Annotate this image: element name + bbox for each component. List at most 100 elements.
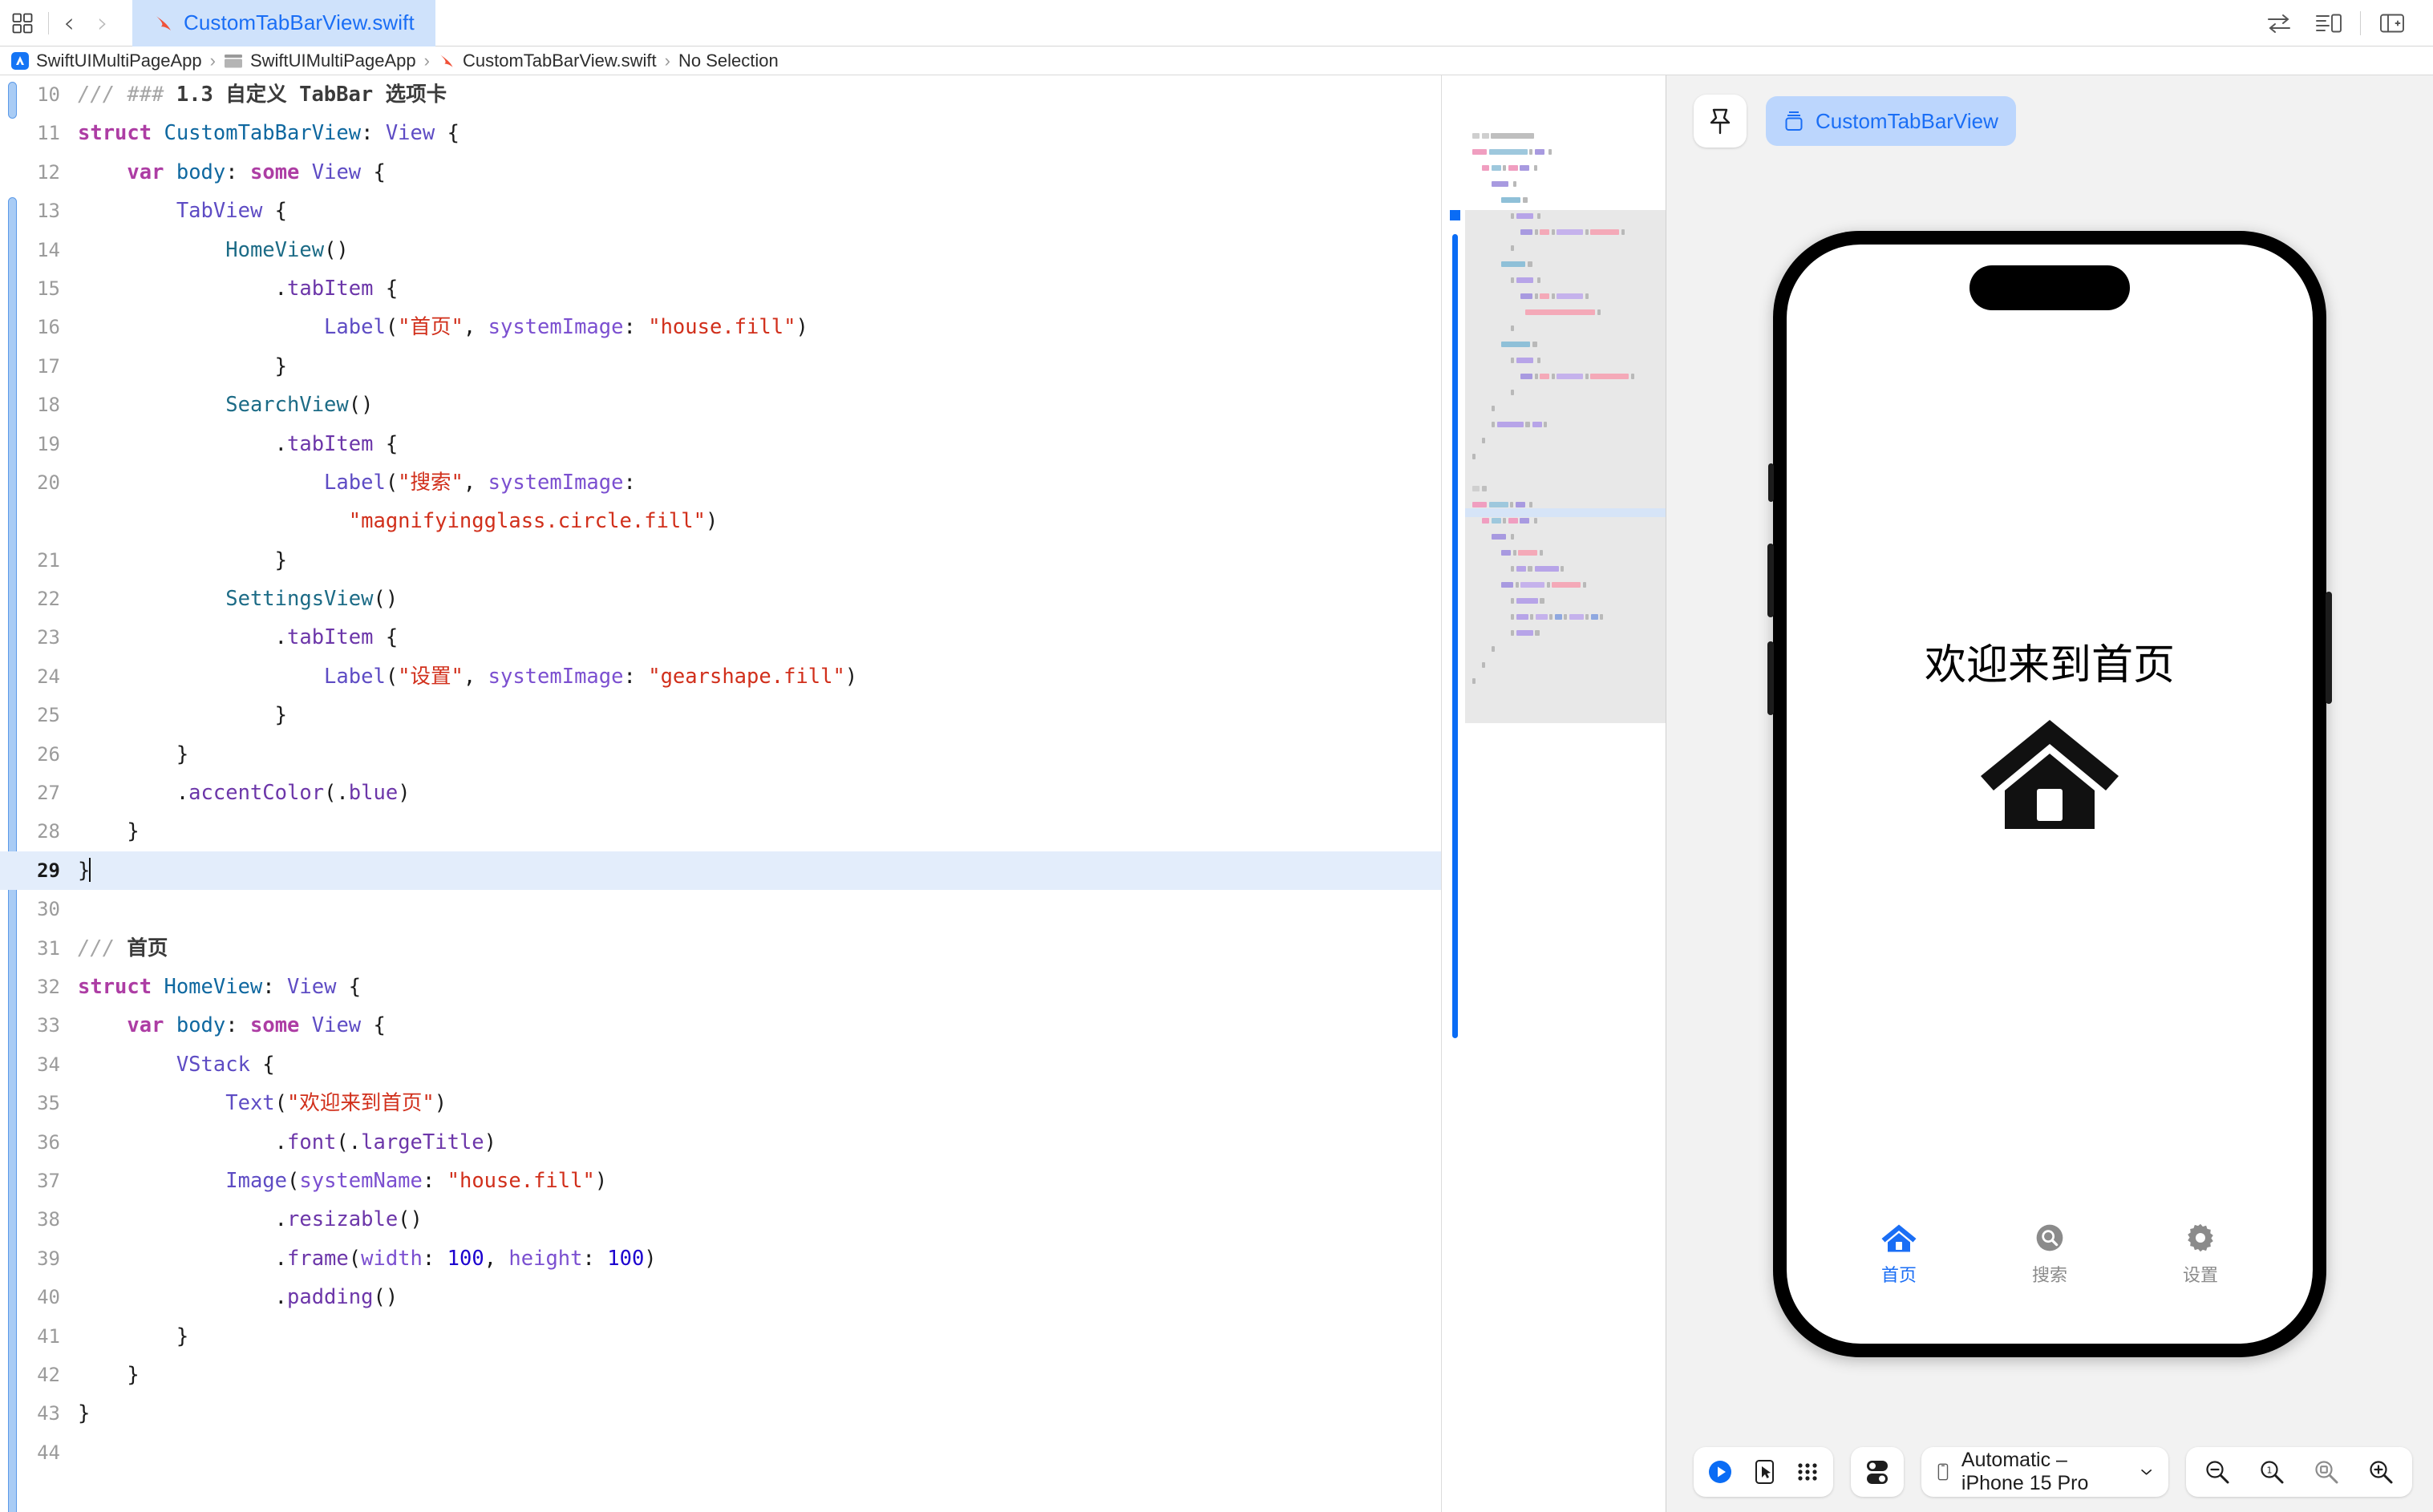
line-number: 25 [37,704,60,727]
iphone-15-pro-frame[interactable]: 欢迎来到首页 首页 搜索 设置 [1767,230,2332,1357]
minimap-token [1496,422,1524,427]
code-text: HomeView() [225,237,349,262]
breadcrumb-item-project[interactable]: SwiftUIMultiPageApp [11,51,202,71]
source-editor[interactable]: 10 /// ### 1.3 自定义 TabBar 选项卡 11 struct Cus… [0,75,1441,1512]
code-line[interactable]: 26 } [0,735,1441,774]
phone-screen[interactable]: 欢迎来到首页 首页 搜索 设置 [1787,244,2313,1344]
code-line[interactable]: 15 .tabItem { [0,269,1441,308]
minimap-token [1491,133,1534,139]
code-line[interactable]: 28 } [0,812,1441,851]
minimap-token [1546,582,1550,588]
line-number: 36 [37,1130,60,1154]
minimap-token [1472,454,1476,459]
minimap-token [1515,582,1519,588]
code-line[interactable]: 41 } [0,1317,1441,1356]
tab-home[interactable]: 首页 [1835,1222,1963,1287]
home-view-content: 欢迎来到首页 [1787,245,2313,1223]
line-number: 44 [37,1441,60,1464]
device-selector[interactable]: Automatic – iPhone 15 Pro [1921,1447,2168,1497]
minimap-token [1511,277,1514,283]
tab-bar-left-controls: ‹ › [0,0,119,46]
code-text: /// ### 1.3 自定义 TabBar 选项卡 [78,83,447,107]
code-line[interactable]: 11 struct CustomTabBarView: View { [0,114,1441,152]
zoom-fit-icon[interactable] [2308,1458,2345,1486]
code-line[interactable]: 44 [0,1433,1441,1472]
line-number: 13 [37,200,60,223]
minimap-token [1472,678,1476,684]
minimap-token [1516,614,1528,620]
preview-view-pill[interactable]: CustomTabBarView [1766,96,2016,146]
code-line[interactable]: 32 struct HomeView: View { [0,968,1441,1006]
code-line[interactable]: "magnifyingglass.circle.fill") [0,502,1441,540]
code-line[interactable]: 25 } [0,696,1441,734]
device-settings-icon[interactable] [1864,1457,1891,1486]
code-line[interactable]: 14 HomeView() [0,231,1441,269]
house-fill-icon [1881,1224,1917,1251]
code-line[interactable]: 37 Image(systemName: "house.fill") [0,1162,1441,1200]
line-number: 12 [37,160,60,184]
code-line[interactable]: 22 SettingsView() [0,580,1441,618]
code-line[interactable]: 31 /// 首页 [0,929,1441,968]
code-line[interactable]: 42 } [0,1356,1441,1394]
code-line[interactable]: 33 var body: some View { [0,1006,1441,1045]
zoom-100-icon[interactable]: 1 [2253,1458,2290,1486]
tab-search[interactable]: 搜索 [1986,1222,2114,1287]
navigate-back-button[interactable]: ‹ [52,0,86,46]
breadcrumb-item-selection[interactable]: No Selection [678,51,779,71]
code-line[interactable]: 12 var body: some View { [0,153,1441,192]
minimap-token [1557,374,1583,379]
code-line[interactable]: 30 [0,890,1441,928]
pin-preview-button[interactable] [1694,95,1747,148]
minimap-token [1518,550,1537,556]
grid-layout-icon[interactable] [0,0,45,46]
code-line[interactable]: 20 Label("搜索", systemImage: [0,463,1441,502]
minimap-token [1472,486,1480,491]
code-line[interactable]: 13 TabView { [0,192,1441,230]
code-line[interactable]: 34 VStack { [0,1045,1441,1084]
code-line[interactable]: 24 Label("设置", systemImage: "gearshape.f… [0,657,1441,696]
tab-settings[interactable]: 设置 [2136,1222,2265,1287]
code-text: var body: some View { [127,1013,386,1038]
line-number: 28 [37,820,60,843]
preview-cube-icon [1785,111,1803,131]
minimap-visible-region [1465,210,1666,723]
file-tab-customtabbarview[interactable]: CustomTabBarView.swift [132,0,435,46]
breadcrumb-label: SwiftUIMultiPageApp [36,50,202,71]
inspector-toggle-icon[interactable] [2304,0,2354,46]
code-line[interactable]: 36 .font(.largeTitle) [0,1123,1441,1162]
toolbar-divider [48,11,49,34]
editor-minimap[interactable] [1441,75,1666,1512]
code-line[interactable]: 21 } [0,541,1441,580]
zoom-in-icon[interactable] [2362,1458,2399,1486]
minimap-token [1491,165,1501,171]
code-line[interactable]: 18 SearchView() [0,386,1441,424]
preview-canvas[interactable]: CustomTabBarView 欢迎来到首页 首页 搜索 设置 Automat… [1666,75,2433,1512]
chevron-right-icon: › [97,6,108,39]
code-line[interactable]: 38 .resizable() [0,1200,1441,1239]
breadcrumb-item-file[interactable]: CustomTabBarView.swift [438,51,657,71]
code-line[interactable]: 23 .tabItem { [0,618,1441,657]
line-number: 39 [37,1247,60,1270]
selection-pointer-icon[interactable] [1751,1458,1777,1486]
code-line[interactable]: 16 Label("首页", systemImage: "house.fill"… [0,308,1441,346]
breadcrumb-item-group[interactable]: SwiftUIMultiPageApp [224,51,416,71]
tab-label: 搜索 [2031,1265,2067,1286]
code-line[interactable]: 10 /// ### 1.3 自定义 TabBar 选项卡 [0,75,1441,114]
code-line[interactable]: 35 Text("欢迎来到首页") [0,1084,1441,1122]
code-line[interactable]: 40 .padding() [0,1278,1441,1316]
add-editor-icon[interactable] [2367,0,2417,46]
zoom-out-icon[interactable] [2199,1458,2236,1486]
code-line[interactable]: 19 .tabItem { [0,425,1441,463]
house-fill-icon [1981,719,2119,829]
navigate-forward-button[interactable]: › [86,0,119,46]
code-line[interactable]: 27 .accentColor(.blue) [0,774,1441,812]
code-line[interactable]: 43} [0,1394,1441,1433]
variants-grid-icon[interactable] [1795,1460,1820,1484]
code-line[interactable]: 29} [0,851,1441,891]
minimap-token [1520,582,1544,588]
play-preview-icon[interactable] [1706,1458,1734,1486]
code-review-icon[interactable] [2254,0,2304,46]
line-number: 38 [37,1208,60,1231]
code-line[interactable]: 17 } [0,347,1441,386]
code-line[interactable]: 39 .frame(width: 100, height: 100) [0,1239,1441,1278]
